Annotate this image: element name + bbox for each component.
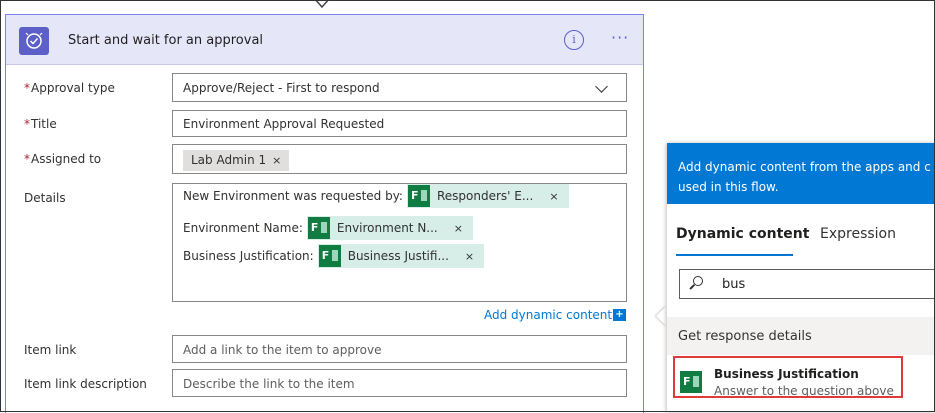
- panel-header-text: used in this flow.: [678, 180, 779, 194]
- forms-icon-letter: F: [310, 221, 319, 234]
- highlight-box: [673, 356, 903, 398]
- dynamic-token-label: Environment N...: [336, 221, 438, 235]
- assigned-to-label: *Assigned to: [24, 152, 101, 166]
- approval-type-value: Approve/Reject - First to respond: [183, 81, 380, 95]
- approval-type-dropdown[interactable]: Approve/Reject - First to respond: [172, 73, 627, 102]
- item-link-description-placeholder: Describe the link to the item: [183, 377, 355, 391]
- details-input[interactable]: New Environment was requested by: F Resp…: [172, 183, 627, 302]
- add-dynamic-content-icon[interactable]: +: [613, 309, 626, 321]
- add-dynamic-content-link[interactable]: Add dynamic content: [484, 308, 612, 322]
- assigned-to-label-text: Assigned to: [31, 152, 102, 166]
- details-label: Details: [24, 191, 66, 205]
- remove-token-icon[interactable]: ×: [541, 190, 568, 203]
- title-label-text: Title: [31, 117, 57, 131]
- dynamic-token-label: Responders' E...: [436, 189, 534, 203]
- details-line-text: New Environment was requested by:: [183, 189, 403, 203]
- required-mark: *: [24, 152, 30, 166]
- dynamic-token[interactable]: F Business Justifi... ×: [317, 244, 485, 268]
- approval-icon: [19, 27, 49, 55]
- card-title: Start and wait for an approval: [68, 33, 264, 48]
- remove-token-icon[interactable]: ×: [446, 222, 473, 235]
- title-input[interactable]: Environment Approval Requested: [172, 110, 627, 137]
- required-mark: *: [24, 81, 30, 95]
- item-link-description-input[interactable]: Describe the link to the item: [172, 369, 627, 397]
- panel-header-text: Add dynamic content from the apps and c: [678, 160, 931, 174]
- section-title: Get response details: [678, 329, 812, 344]
- forms-icon-letter: F: [410, 189, 419, 202]
- info-icon[interactable]: i: [564, 30, 584, 50]
- remove-assignee-icon[interactable]: ×: [272, 154, 281, 167]
- item-link-description-label: Item link description: [24, 377, 147, 391]
- details-line-text: Environment Name:: [183, 221, 303, 235]
- title-value: Environment Approval Requested: [183, 117, 385, 131]
- approval-action-card: Start and wait for an approval i ··· *Ap…: [5, 14, 644, 413]
- forms-icon-letter: F: [321, 249, 330, 262]
- tab-dynamic-content[interactable]: Dynamic content: [676, 226, 809, 242]
- assigned-to-input[interactable]: Lab Admin 1 ×: [172, 144, 627, 174]
- search-value: bus: [722, 277, 746, 292]
- search-icon: [693, 276, 703, 286]
- dynamic-token[interactable]: F Responders' E... ×: [406, 184, 569, 208]
- item-link-placeholder: Add a link to the item to approve: [183, 343, 382, 357]
- forms-icon: F: [307, 217, 330, 239]
- assignee-chip-label: Lab Admin 1: [191, 153, 267, 167]
- item-link-label: Item link: [24, 343, 77, 357]
- details-line-text: Business Justification:: [183, 249, 314, 263]
- active-tab-indicator: [676, 254, 793, 256]
- more-options-icon[interactable]: ···: [611, 28, 629, 47]
- forms-icon: F: [318, 245, 341, 267]
- approval-type-label: *Approval type: [24, 81, 115, 95]
- approval-type-label-text: Approval type: [31, 81, 115, 95]
- search-input[interactable]: bus: [679, 269, 935, 299]
- tab-expression[interactable]: Expression: [820, 226, 896, 242]
- connector-arrow-icon: [314, 0, 330, 9]
- section-header[interactable]: Get response details: [667, 317, 935, 355]
- item-link-input[interactable]: Add a link to the item to approve: [172, 335, 627, 363]
- chevron-down-icon: [595, 80, 608, 93]
- required-mark: *: [24, 117, 30, 131]
- dynamic-token-label: Business Justifi...: [347, 249, 449, 263]
- details-line: Environment Name: F Environment N... ×: [183, 216, 473, 240]
- details-line: Business Justification: F Business Justi…: [183, 244, 485, 268]
- card-header[interactable]: Start and wait for an approval i ···: [6, 15, 643, 65]
- assignee-chip: Lab Admin 1 ×: [183, 150, 290, 171]
- title-label: *Title: [24, 117, 57, 131]
- panel-header: Add dynamic content from the apps and c …: [667, 143, 935, 204]
- forms-icon: F: [407, 185, 430, 207]
- dynamic-token[interactable]: F Environment N... ×: [306, 216, 473, 240]
- remove-token-icon[interactable]: ×: [457, 250, 484, 263]
- details-line: New Environment was requested by: F Resp…: [183, 184, 569, 208]
